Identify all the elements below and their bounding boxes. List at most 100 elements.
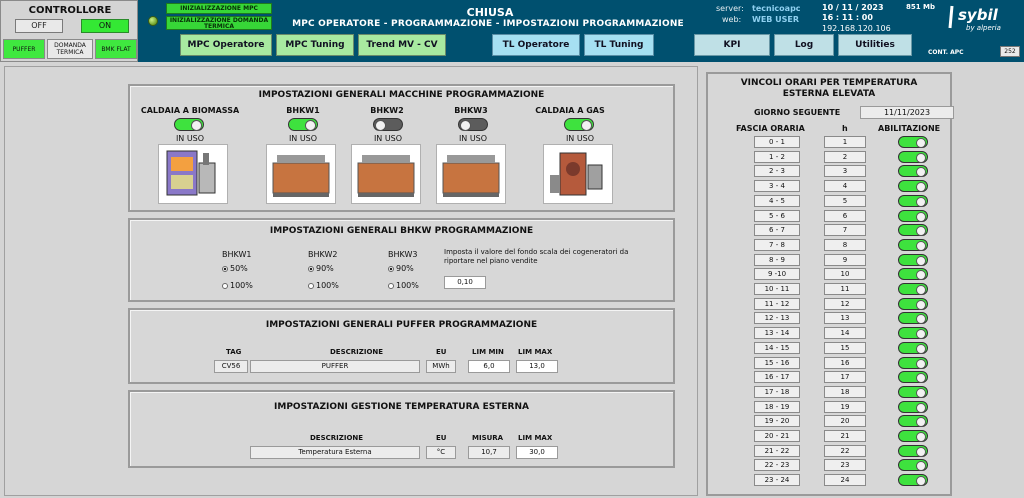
fondo-scala-input[interactable]: 0,10	[444, 276, 486, 289]
hour-band-cell: 14 - 15	[754, 341, 800, 354]
hour-index-cell: 17	[824, 371, 866, 384]
hour-index-cell: 13	[824, 312, 866, 325]
hour-index-cell: 10	[824, 268, 866, 281]
hour-enable-toggle[interactable]	[898, 136, 928, 148]
hour-enable-toggle[interactable]	[898, 400, 928, 413]
nav-tl-operatore[interactable]: TL Operatore	[492, 34, 580, 56]
header-bar: CONTROLLORE OFF ON PUFFER DOMANDA TERMIC…	[0, 0, 1024, 62]
hour-band-cell: 23 - 24	[754, 474, 800, 487]
hour-enable-toggle[interactable]	[898, 150, 928, 163]
hour-enable-toggle[interactable]	[898, 165, 928, 178]
machine-toggle-bhkw3[interactable]	[458, 118, 488, 131]
nav-utilities[interactable]: Utilities	[838, 34, 912, 56]
hour-constraints-panel: VINCOLI ORARI PER TEMPERATURA ESTERNA EL…	[706, 72, 954, 496]
page-subtitle: MPC OPERATORE - PROGRAMMAZIONE - IMPOSTA…	[292, 19, 684, 29]
hour-band-cell: 18 - 19	[754, 400, 800, 413]
bhkw-note: Imposta il valore del fondo scala dei co…	[444, 248, 629, 265]
hour-index-cell: 12	[824, 297, 866, 310]
bhkw1-image	[266, 144, 336, 204]
bhkw3-option-1[interactable]: 90%	[388, 264, 414, 273]
nav-mpc-operatore[interactable]: MPC Operatore	[180, 34, 272, 56]
hour-enable-toggle[interactable]	[898, 312, 928, 325]
hour-band-cell: 15 - 16	[754, 356, 800, 369]
controller-on-button[interactable]: ON	[81, 19, 129, 33]
memory-readout: 851 Mb	[906, 3, 936, 11]
nav-kpi[interactable]: KPI	[694, 34, 770, 56]
bhkw-unit-name: BHKW3	[388, 250, 418, 259]
hour-enable-toggle[interactable]	[898, 459, 928, 472]
machine-name: BHKW2	[370, 106, 404, 115]
controller-title: CONTROLLORE	[28, 5, 112, 16]
machine-toggle-biomassa[interactable]	[174, 118, 204, 131]
biomass-boiler-image	[158, 144, 228, 204]
col-enable: ABILITAZIONE	[878, 124, 941, 133]
hour-band-cell: 22 - 23	[754, 459, 800, 472]
bhkw2-option-2[interactable]: 100%	[308, 281, 339, 290]
col-measure: MISURA	[472, 434, 504, 442]
puffer-pill[interactable]: PUFFER	[3, 39, 45, 59]
col-lim-min: LIM MIN	[472, 348, 504, 356]
domanda-termica-pill[interactable]: DOMANDA TERMICA	[47, 39, 93, 59]
hour-enable-toggle[interactable]	[898, 327, 928, 340]
brand-by: by alperia	[966, 24, 1001, 32]
col-desc: DESCRIZIONE	[310, 434, 364, 442]
hour-enable-toggle[interactable]	[898, 385, 928, 398]
machine-state: IN USO	[288, 134, 318, 143]
hour-index-cell: 2	[824, 150, 866, 163]
hour-enable-toggle[interactable]	[898, 268, 928, 281]
status-led-icon	[148, 16, 158, 26]
hour-enable-toggle[interactable]	[898, 224, 928, 237]
hour-band-cell: 16 - 17	[754, 371, 800, 384]
machine-toggle-gas[interactable]	[564, 118, 594, 131]
temperature-title: IMPOSTAZIONI GESTIONE TEMPERATURA ESTERN…	[274, 402, 529, 412]
hour-enable-toggle[interactable]	[898, 297, 928, 310]
hour-band-cell: 17 - 18	[754, 385, 800, 398]
hour-enable-toggle[interactable]	[898, 444, 928, 457]
hour-enable-toggle[interactable]	[898, 356, 928, 369]
hour-index-cell: 23	[824, 459, 866, 472]
hour-enable-toggle[interactable]	[898, 341, 928, 354]
bhkw3-image	[436, 144, 506, 204]
radio-selected-icon	[308, 265, 314, 272]
hour-index-cell: 18	[824, 385, 866, 398]
hour-enable-toggle[interactable]	[898, 430, 928, 442]
hour-band-cell: 1 - 2	[754, 150, 800, 163]
bhkw2-option-1[interactable]: 90%	[308, 264, 334, 273]
temp-lim-max-input[interactable]: 30,0	[516, 446, 558, 459]
hour-enable-toggle[interactable]	[898, 180, 928, 193]
cont-apc-label: CONT. APC	[928, 49, 964, 56]
hour-index-cell: 4	[824, 180, 866, 193]
brand-name: sybil	[958, 6, 999, 24]
nav-trend-mv-cv[interactable]: Trend MV - CV	[358, 34, 446, 56]
hour-enable-toggle[interactable]	[898, 253, 928, 266]
hour-band-cell: 11 - 12	[754, 297, 800, 310]
hour-enable-toggle[interactable]	[898, 194, 928, 207]
nav-tl-tuning[interactable]: TL Tuning	[584, 34, 654, 56]
machine-toggle-bhkw1[interactable]	[288, 118, 318, 131]
hour-enable-toggle[interactable]	[898, 415, 928, 428]
hour-enable-toggle[interactable]	[898, 209, 928, 222]
bhkw1-option-1[interactable]: 50%	[222, 264, 248, 273]
bhkw1-option-2[interactable]: 100%	[222, 281, 253, 290]
nav-log[interactable]: Log	[774, 34, 834, 56]
puffer-lim-max-input[interactable]: 13,0	[516, 360, 558, 373]
controller-off-button[interactable]: OFF	[15, 19, 63, 33]
puffer-lim-min-input[interactable]: 6,0	[468, 360, 510, 373]
bhkw2-image	[351, 144, 421, 204]
hour-enable-toggle[interactable]	[898, 238, 928, 251]
hour-band-cell: 13 - 14	[754, 327, 800, 340]
web-value: WEB USER	[752, 15, 800, 24]
puffer-title: IMPOSTAZIONI GENERALI PUFFER PROGRAMMAZI…	[265, 320, 538, 330]
hour-index-cell: 15	[824, 341, 866, 354]
hour-enable-toggle[interactable]	[898, 283, 928, 295]
hour-enable-toggle[interactable]	[898, 371, 928, 384]
nav-mpc-tuning[interactable]: MPC Tuning	[276, 34, 354, 56]
hour-enable-toggle[interactable]	[898, 474, 928, 487]
hour-band-cell: 9 -10	[754, 268, 800, 281]
temp-eu: °C	[426, 446, 456, 459]
bhkw3-option-2[interactable]: 100%	[388, 281, 419, 290]
bmk-flat-pill[interactable]: BMK FLAT	[95, 39, 137, 59]
hour-index-cell: 16	[824, 356, 866, 369]
machine-toggle-bhkw2[interactable]	[373, 118, 403, 131]
hour-index-cell: 19	[824, 400, 866, 413]
